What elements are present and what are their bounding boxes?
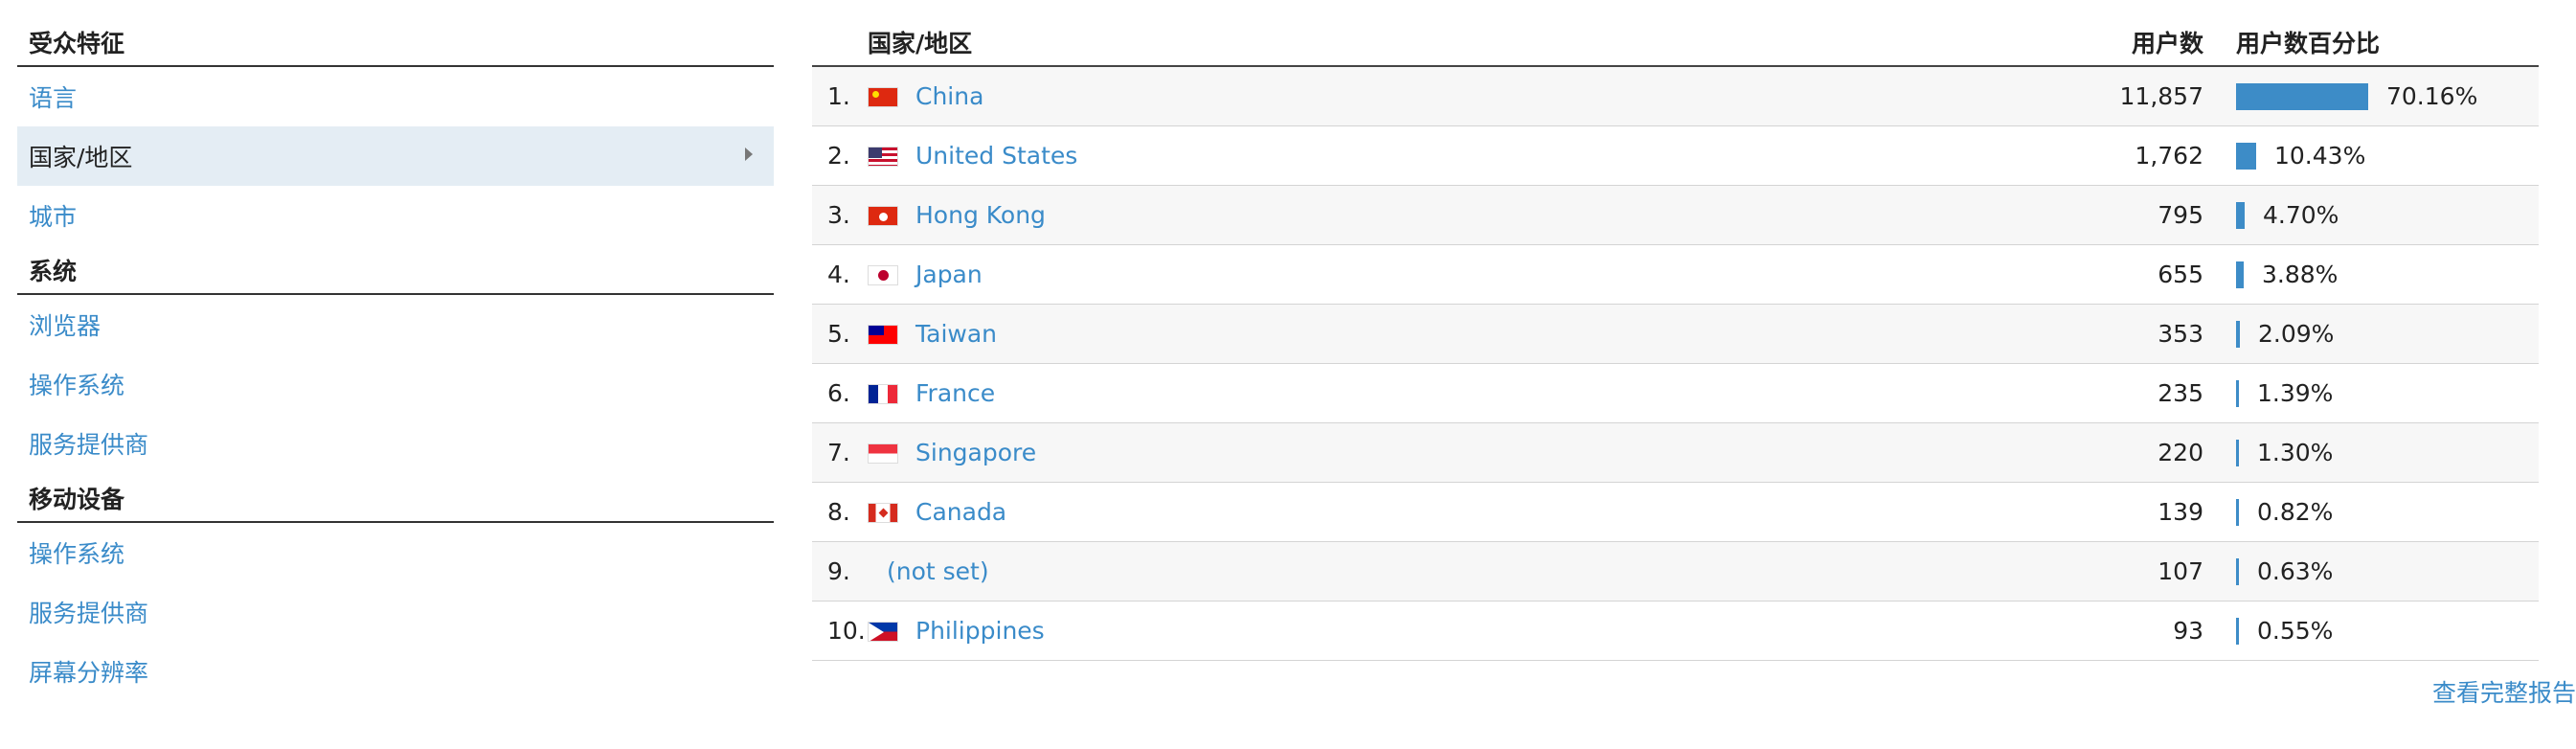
- nav-item-service-provider[interactable]: 服务提供商: [17, 414, 774, 473]
- percentage-bar: [2236, 202, 2245, 229]
- flag-jp-icon: [868, 265, 898, 285]
- column-header-users: 用户数: [2131, 30, 2203, 57]
- flag-sg-icon: [868, 443, 898, 464]
- view-full-report-link[interactable]: 查看完整报告: [2432, 674, 2576, 709]
- country-link[interactable]: (not set): [887, 542, 989, 601]
- row-rank: 7.: [827, 439, 850, 466]
- country-link[interactable]: United States: [915, 126, 1077, 186]
- nav-item-mobile-operating-system[interactable]: 操作系统: [17, 523, 774, 582]
- nav-item-language[interactable]: 语言: [17, 67, 774, 126]
- row-rank: 6.: [827, 379, 850, 407]
- caret-right-icon: [745, 148, 753, 161]
- table-row: 10. Philippines 93 0.55%: [812, 601, 2539, 661]
- user-count: 11,857: [2119, 82, 2203, 110]
- nav-item-browser[interactable]: 浏览器: [17, 295, 774, 354]
- user-percentage: 1.39%: [2257, 379, 2334, 407]
- nav-item-city[interactable]: 城市: [17, 186, 774, 245]
- table-row: 5. Taiwan 353 2.09%: [812, 305, 2539, 364]
- section-heading-demographics: 受众特征: [17, 0, 774, 67]
- flag-hk-icon: [868, 206, 898, 226]
- nav-item-mobile-service-provider[interactable]: 服务提供商: [17, 582, 774, 642]
- user-percentage: 0.82%: [2257, 498, 2334, 526]
- row-rank: 3.: [827, 201, 850, 229]
- flag-fr-icon: [868, 384, 898, 404]
- percentage-bar: [2236, 499, 2239, 526]
- row-rank: 5.: [827, 320, 850, 348]
- audience-report-page: 受众特征 语言 国家/地区 城市 系统 浏览器 操作系统 服务提供商 移动设备 …: [0, 0, 2576, 749]
- table-row: 7. Singapore 220 1.30%: [812, 423, 2539, 483]
- row-rank: 9.: [827, 557, 850, 585]
- column-header-country: 国家/地区: [868, 30, 973, 57]
- user-percentage: 3.88%: [2262, 261, 2339, 288]
- percentage-bar: [2236, 321, 2240, 348]
- percentage-bar: [2236, 143, 2256, 170]
- user-percentage: 70.16%: [2386, 82, 2478, 110]
- user-count: 655: [2158, 261, 2203, 288]
- row-rank: 2.: [827, 142, 850, 170]
- table-row: 8. Canada 139 0.82%: [812, 483, 2539, 542]
- percentage-bar: [2236, 558, 2239, 585]
- nav-item-operating-system[interactable]: 操作系统: [17, 354, 774, 414]
- row-rank: 1.: [827, 82, 850, 110]
- table-row: 6. France 235 1.39%: [812, 364, 2539, 423]
- column-header-user-percentage: 用户数百分比: [2236, 30, 2381, 57]
- left-navigation: 受众特征 语言 国家/地区 城市 系统 浏览器 操作系统 服务提供商 移动设备 …: [17, 0, 774, 701]
- table-row: 4. Japan 655 3.88%: [812, 245, 2539, 305]
- percentage-bar: [2236, 261, 2244, 288]
- nav-item-label: 国家/地区: [29, 144, 133, 171]
- row-rank: 10.: [827, 617, 866, 645]
- country-report-table: 国家/地区 用户数 用户数百分比 1. China 11,857 70.16% 2. Un…: [812, 0, 2539, 661]
- user-percentage: 0.63%: [2257, 557, 2334, 585]
- flag-ca-icon: [868, 503, 898, 523]
- user-percentage: 10.43%: [2274, 142, 2366, 170]
- section-heading-system: 系统: [17, 245, 774, 295]
- percentage-bar: [2236, 440, 2239, 466]
- flag-cn-icon: [868, 87, 898, 107]
- country-link[interactable]: Taiwan: [915, 305, 997, 364]
- user-count: 1,762: [2135, 142, 2203, 170]
- row-rank: 4.: [827, 261, 850, 288]
- country-link[interactable]: Singapore: [915, 423, 1036, 483]
- table-row: 9. (not set) 107 0.63%: [812, 542, 2539, 601]
- user-percentage: 4.70%: [2263, 201, 2339, 229]
- row-rank: 8.: [827, 498, 850, 526]
- country-link[interactable]: Philippines: [915, 601, 1045, 661]
- country-link[interactable]: Canada: [915, 483, 1006, 542]
- user-count: 235: [2158, 379, 2203, 407]
- country-link[interactable]: Japan: [915, 245, 983, 305]
- user-count: 795: [2158, 201, 2203, 229]
- table-row: 3. Hong Kong 795 4.70%: [812, 186, 2539, 245]
- nav-item-screen-resolution[interactable]: 屏幕分辨率: [17, 642, 774, 701]
- percentage-bar: [2236, 380, 2239, 407]
- table-header: 国家/地区 用户数 用户数百分比: [812, 0, 2539, 67]
- country-link[interactable]: Hong Kong: [915, 186, 1046, 245]
- nav-item-country-region[interactable]: 国家/地区: [17, 126, 774, 186]
- user-count: 220: [2158, 439, 2203, 466]
- user-percentage: 0.55%: [2257, 617, 2334, 645]
- user-count: 353: [2158, 320, 2203, 348]
- section-heading-mobile: 移动设备: [17, 473, 774, 523]
- country-link[interactable]: China: [915, 67, 983, 126]
- table-row: 2. United States 1,762 10.43%: [812, 126, 2539, 186]
- percentage-bar: [2236, 618, 2239, 645]
- flag-us-icon: [868, 147, 898, 167]
- flag-tw-icon: [868, 325, 898, 345]
- table-row: 1. China 11,857 70.16%: [812, 67, 2539, 126]
- country-link[interactable]: France: [915, 364, 995, 423]
- flag-ph-icon: [868, 622, 898, 642]
- table-body: 1. China 11,857 70.16% 2. United States 1,762 1…: [812, 67, 2539, 661]
- user-percentage: 2.09%: [2258, 320, 2335, 348]
- user-count: 107: [2158, 557, 2203, 585]
- user-count: 93: [2173, 617, 2203, 645]
- percentage-bar: [2236, 83, 2368, 110]
- user-count: 139: [2158, 498, 2203, 526]
- user-percentage: 1.30%: [2257, 439, 2334, 466]
